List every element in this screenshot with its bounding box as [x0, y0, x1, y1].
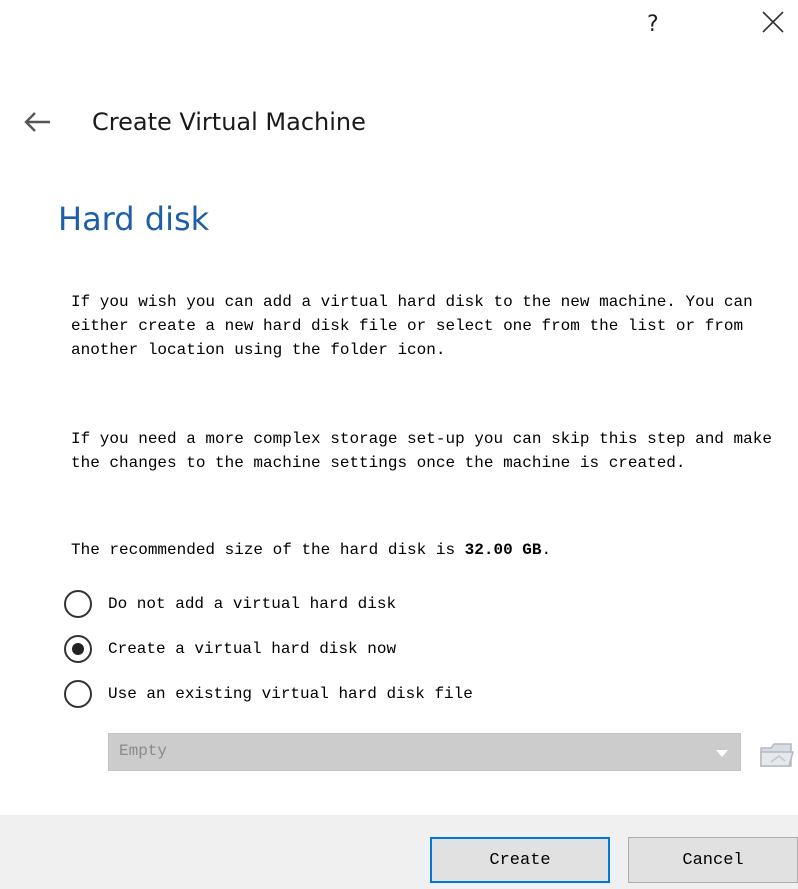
folder-icon: [760, 743, 794, 767]
create-button[interactable]: Create: [430, 837, 610, 883]
radio-button[interactable]: [64, 590, 92, 618]
radio-no-disk[interactable]: Do not add a virtual hard disk: [64, 589, 396, 619]
choose-disk-file-button[interactable]: [757, 734, 797, 774]
radio-label: Create a virtual hard disk now: [108, 640, 397, 658]
cancel-button[interactable]: Cancel: [628, 837, 798, 883]
description-paragraph: If you wish you can add a virtual hard d…: [71, 293, 763, 359]
description-paragraph: If you need a more complex storage set-u…: [71, 430, 782, 472]
radio-label: Do not add a virtual hard disk: [108, 595, 397, 613]
chevron-down-icon: [716, 750, 728, 757]
close-button[interactable]: [757, 6, 791, 40]
help-button[interactable]: ?: [647, 12, 659, 37]
recommended-size-suffix: .: [541, 541, 552, 559]
wizard-header: Create Virtual Machine: [22, 102, 366, 142]
existing-disk-select[interactable]: Empty: [108, 733, 741, 771]
wizard-title: Create Virtual Machine: [92, 108, 366, 136]
radio-button[interactable]: [64, 635, 92, 663]
radio-existing-disk[interactable]: Use an existing virtual hard disk file: [64, 679, 473, 709]
recommended-size-value: 32.00 GB: [464, 541, 542, 559]
window-title-bar: ?: [0, 0, 798, 60]
recommended-size-text: The recommended size of the hard disk is…: [71, 538, 791, 562]
radio-label: Use an existing virtual hard disk file: [108, 685, 473, 703]
back-arrow-icon[interactable]: [22, 110, 52, 134]
recommended-size-prefix: The recommended size of the hard disk is: [71, 541, 465, 559]
select-value: Empty: [119, 742, 168, 760]
close-icon: [762, 11, 784, 33]
radio-button[interactable]: [64, 680, 92, 708]
page-title: Hard disk: [58, 200, 210, 238]
radio-create-disk[interactable]: Create a virtual hard disk now: [64, 634, 396, 664]
